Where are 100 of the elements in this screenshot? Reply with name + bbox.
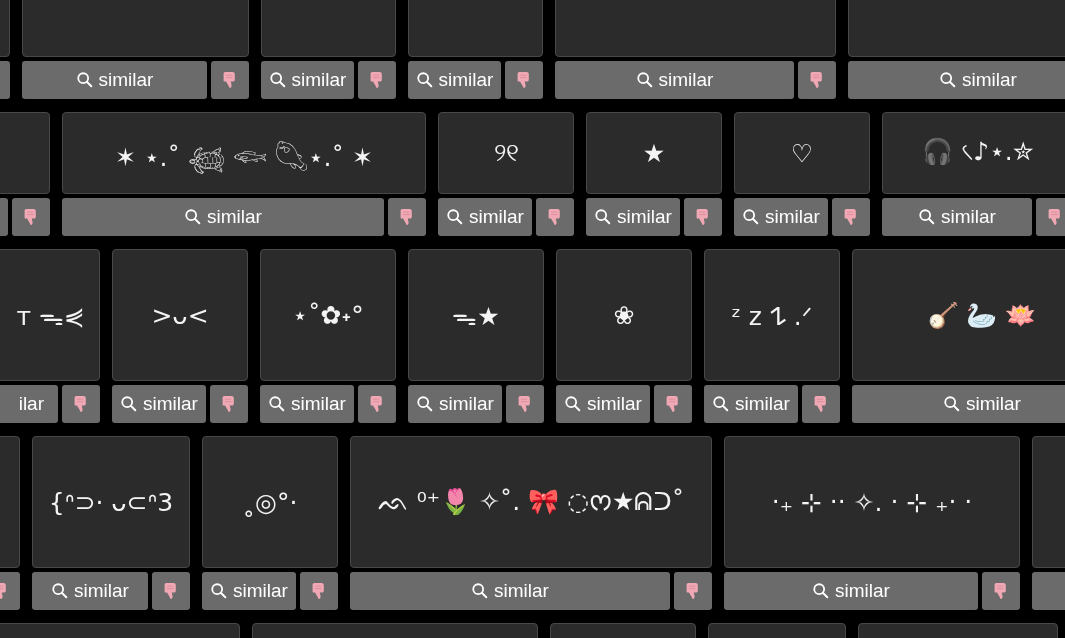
similar-button[interactable]: similar [408,61,501,99]
search-icon [742,208,761,226]
symbol-tile[interactable]: ♡ [734,112,870,194]
dislike-button[interactable] [152,572,190,610]
symbol-text: ˳◎°· [242,487,298,517]
search-icon [918,208,937,226]
thumbs-down-icon [399,207,415,227]
similar-button[interactable]: similar [112,385,206,423]
similar-button[interactable]: similar [62,198,384,236]
dislike-button[interactable] [358,61,396,99]
search-icon [471,582,490,600]
dislike-button[interactable] [674,572,712,610]
dislike-button[interactable] [388,198,426,236]
search-icon [268,395,287,413]
dislike-button[interactable] [654,385,692,423]
search-icon [75,71,94,89]
dislike-button[interactable] [505,61,543,99]
similar-button[interactable]: similar [32,572,148,610]
thumbs-down-icon [222,70,238,90]
thumbs-down-icon [311,581,327,601]
thumbs-down-icon [547,207,563,227]
similar-button[interactable]: similar [202,572,296,610]
search-icon [594,208,613,226]
symbol-tile[interactable]: ⋆˚✿˖° [260,249,396,381]
symbol-text: 🪕 🦢 🪷 [927,300,1037,330]
symbol-tile[interactable]: ᨒ ⁰⁺🌷 ✧˚. 🎀 ◌ᰔ★ᕱᑐ˚ [350,436,712,568]
similar-button[interactable]: similar [556,385,650,423]
thumbs-down-icon [993,581,1009,601]
thumbs-down-icon [695,207,711,227]
similar-button[interactable]: similar [734,198,828,236]
similar-button[interactable]: similar [704,385,798,423]
symbol-tile[interactable]: {ᐢ⊃· ᴗ⊂ᐢ3 [32,436,190,568]
dislike-button[interactable] [300,572,338,610]
dislike-button[interactable] [62,385,100,423]
similar-button[interactable]: similar [852,385,1065,423]
symbol-tile[interactable]: 🎧 ৻♪⋆.✮ [882,112,1065,194]
search-icon [635,71,654,89]
dislike-button[interactable] [802,385,840,423]
symbol-tile[interactable]: ୨୧ [438,112,574,194]
thumbs-down-icon [685,581,701,601]
search-icon [51,582,70,600]
dislike-button[interactable] [536,198,574,236]
symbol-text: ᴛ ᯓ⋞ [16,301,85,332]
symbol-tile[interactable]: ★ [586,112,722,194]
dislike-button[interactable] [12,198,50,236]
similar-button[interactable]: ilar [0,385,58,423]
search-icon [939,71,958,89]
thumbs-down-icon [163,581,179,601]
dislike-button[interactable] [1036,198,1065,236]
symbol-tile[interactable]: ᴛ ᯓ⋞ [0,249,100,381]
similar-button[interactable]: similar [555,61,794,99]
symbol-tile[interactable]: >ᴗ< [112,249,248,381]
similar-button[interactable]: similar [260,385,354,423]
symbol-text: ★ [642,138,666,168]
symbol-text: ୨୧ [493,138,519,168]
symbol-tile[interactable]: ˳◎°· [202,436,338,568]
search-icon [812,582,831,600]
dislike-button[interactable] [832,198,870,236]
symbol-text: ♡ [790,138,814,168]
dislike-button[interactable] [358,385,396,423]
similar-button[interactable]: similar [438,198,532,236]
dislike-button[interactable] [684,198,722,236]
similar-button[interactable]: similar [848,61,1065,99]
search-icon [446,208,465,226]
symbol-tile[interactable]: ❀ [556,249,692,381]
search-icon [184,208,203,226]
thumbs-down-icon [809,70,825,90]
similar-button[interactable]: similar [22,61,207,99]
search-icon [268,71,287,89]
dislike-button[interactable] [211,61,249,99]
symbol-text: ⋆˚✿˖° [292,300,364,330]
similar-button[interactable]: similar [350,572,670,610]
dislike-button[interactable] [982,572,1020,610]
dislike-button[interactable] [506,385,544,423]
similar-button[interactable]: similar [882,198,1032,236]
similar-button[interactable]: similar [724,572,978,610]
dislike-button[interactable] [798,61,836,99]
search-icon [943,395,962,413]
symbol-text: ᯓ★ [452,301,500,332]
thumbs-down-icon [369,394,385,414]
search-icon [416,395,435,413]
search-icon [564,395,583,413]
symbol-tile[interactable]: ᯓ★ [408,249,544,381]
similar-button[interactable]: similar [408,385,502,423]
symbol-tile[interactable]: ‧₊ ⊹ ‧‧ ✧. ‧ ⊹ ₊‧ ‧ [724,436,1020,568]
symbol-tile[interactable]: ✶ ⋆.˚ 𓆉 𓆟 𓆡⋆.˚ ✶ [62,112,426,194]
thumbs-down-icon [73,394,89,414]
symbol-text: >ᴗ< [151,300,209,330]
search-icon [712,395,731,413]
thumbs-down-icon [665,394,681,414]
similar-button[interactable]: similar [261,61,354,99]
thumbs-down-icon [23,207,39,227]
symbol-tile[interactable]: 🪕 🦢 🪷 [852,249,1065,381]
similar-button[interactable]: similar [586,198,680,236]
symbol-tile[interactable]: ᶻ z 𐰁 .ᐟ [704,249,840,381]
thumbs-down-icon [517,394,533,414]
search-icon [210,582,229,600]
search-icon [415,71,434,89]
thumbs-down-icon [369,70,385,90]
dislike-button[interactable] [210,385,248,423]
